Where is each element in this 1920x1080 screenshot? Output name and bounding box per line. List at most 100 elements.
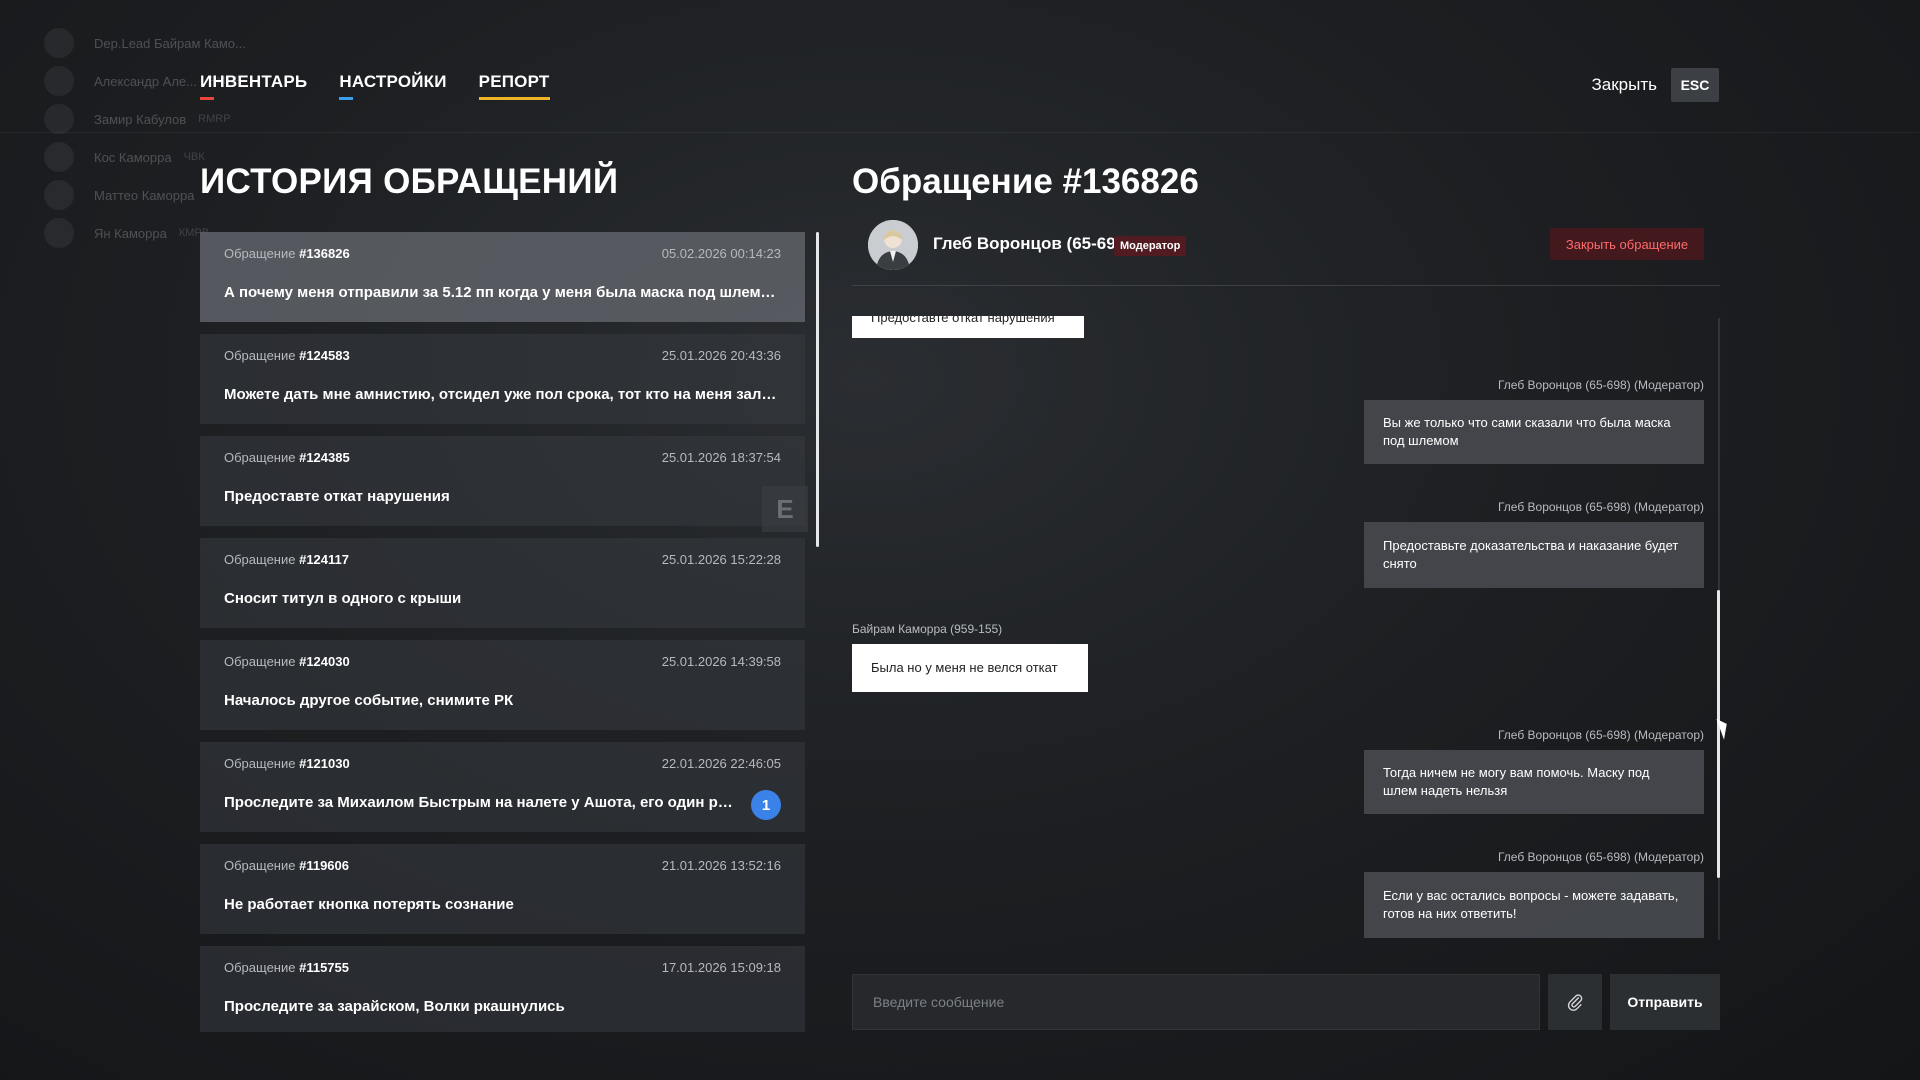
top-navigation: ИНВЕНТАРЬ НАСТРОЙКИ РЕПОРТ xyxy=(200,72,550,100)
player-avatar xyxy=(44,142,74,172)
chat-message: Глеб Воронцов (65-698) (Модератор) Тогда… xyxy=(1364,728,1704,814)
nav-tab[interactable]: РЕПОРТ xyxy=(478,72,550,100)
ticket-id: #119606 xyxy=(299,858,349,873)
ticket-list-scrollbar[interactable] xyxy=(816,232,819,547)
ticket-list-item[interactable]: Обращение #115755 17.01.2026 15:09:18 Пр… xyxy=(200,946,805,1032)
message-sender: Байрам Каморра (959-155) xyxy=(852,622,1003,636)
ticket-id: #124583 xyxy=(299,348,350,363)
player-name: Ян Каморра xyxy=(94,225,167,241)
paperclip-icon xyxy=(1567,994,1583,1011)
ticket-label: Обращение #136826 xyxy=(224,246,350,261)
esc-key-button[interactable]: ESC xyxy=(1671,68,1719,102)
ticket-list-item[interactable]: Обращение #121030 22.01.2026 22:46:05 Пр… xyxy=(200,742,805,832)
chat-messages[interactable]: Предоставте откат нарушения Глеб Воронцов… xyxy=(852,316,1720,942)
message-sender: Глеб Воронцов (65-698) (Модератор) xyxy=(1497,850,1704,864)
close-ticket-button[interactable]: Закрыть обращение xyxy=(1550,228,1704,260)
message-sender: Глеб Воронцов (65-698) (Модератор) xyxy=(1497,728,1704,742)
chat-scrollbar-thumb[interactable] xyxy=(1717,590,1720,878)
ticket-list-item[interactable]: Обращение #124583 25.01.2026 20:43:36 Мо… xyxy=(200,334,805,424)
nav-tab[interactable]: ИНВЕНТАРЬ xyxy=(200,72,307,100)
ticket-title: Обращение #136826 xyxy=(852,162,1199,201)
player-avatar xyxy=(44,66,74,96)
ticket-id: #115755 xyxy=(299,960,349,975)
nav-tab-indicator xyxy=(200,97,214,100)
ticket-date: 25.01.2026 15:22:28 xyxy=(661,552,781,567)
message-input[interactable] xyxy=(852,974,1540,1030)
chat-message: Глеб Воронцов (65-698) (Модератор) Вы же… xyxy=(1364,378,1704,464)
ticket-id: #121030 xyxy=(299,756,350,771)
person-icon xyxy=(868,220,918,270)
message-bubble: Предоставьте доказательства и наказание … xyxy=(1364,522,1704,588)
chat-message: Предоставте откат нарушения xyxy=(852,316,1084,338)
message-bubble: Была но у меня не велся откат xyxy=(852,644,1088,692)
unread-count-badge: 1 xyxy=(751,790,781,820)
ticket-label: Обращение #124583 xyxy=(224,348,350,363)
ticket-label: Обращение #124117 xyxy=(224,552,349,567)
moderator-name: Глеб Воронцов (65-698) xyxy=(933,234,1131,253)
message-bubble: Предоставте откат нарушения xyxy=(852,316,1084,338)
player-avatar xyxy=(44,218,74,248)
ticket-subject: Началось другое событие, снимите РК xyxy=(224,692,514,709)
ticket-date: 05.02.2026 00:14:23 xyxy=(661,246,781,261)
ticket-subject: Не работает кнопка потерять сознание xyxy=(224,896,514,913)
ticket-subject: Можете дать мне амнистию, отсидел уже по… xyxy=(224,386,779,403)
ticket-id: #124385 xyxy=(299,450,350,465)
message-sender: Глеб Воронцов (65-698) (Модератор) xyxy=(1497,378,1704,392)
chat-message: Глеб Воронцов (65-698) (Модератор) Предо… xyxy=(1364,500,1704,588)
ticket-label: Обращение #119606 xyxy=(224,858,349,873)
ticket-date: 22.01.2026 22:46:05 xyxy=(661,756,781,771)
history-title: ИСТОРИЯ ОБРАЩЕНИЙ xyxy=(200,162,619,201)
message-bubble: Если у вас остались вопросы - можете зад… xyxy=(1364,872,1704,938)
player-tag: RMRP xyxy=(198,113,231,125)
ticket-date: 25.01.2026 20:43:36 xyxy=(661,348,781,363)
moderator-role-badge: Модератор xyxy=(1114,236,1187,256)
ticket-label: Обращение #115755 xyxy=(224,960,349,975)
message-sender: Глеб Воронцов (65-698) (Модератор) xyxy=(1497,500,1704,514)
background-player-list: Dep.Lead Байрам Камо... Александр Але...… xyxy=(44,24,258,252)
ticket-list-item[interactable]: Обращение #136826 05.02.2026 00:14:23 А … xyxy=(200,232,805,322)
player-name: Замир Кабулов xyxy=(94,111,187,127)
attach-button[interactable] xyxy=(1548,974,1602,1030)
moderator-avatar xyxy=(868,220,918,270)
player-avatar xyxy=(44,180,74,210)
ticket-id: #136826 xyxy=(299,246,350,261)
ticket-label: Обращение #124385 xyxy=(224,450,350,465)
ticket-subject: А почему меня отправили за 5.12 пп когда… xyxy=(224,284,779,301)
ticket-list[interactable]: Обращение #136826 05.02.2026 00:14:23 А … xyxy=(200,232,805,1032)
message-bubble: Вы же только что сами сказали что была м… xyxy=(1364,400,1704,464)
ticket-list-item[interactable]: Обращение #124117 25.01.2026 15:22:28 Сн… xyxy=(200,538,805,628)
send-button[interactable]: Отправить xyxy=(1610,974,1720,1030)
player-name: Маттео Каморра xyxy=(94,187,195,203)
message-bubble: Тогда ничем не могу вам помочь. Маску по… xyxy=(1364,750,1704,814)
ticket-list-item[interactable]: Обращение #119606 21.01.2026 13:52:16 Не… xyxy=(200,844,805,934)
player-avatar xyxy=(44,104,74,134)
player-avatar xyxy=(44,28,74,58)
ticket-subject: Сносит титул в одного с крыши xyxy=(224,590,462,607)
ticket-date: 21.01.2026 13:52:16 xyxy=(661,858,781,873)
ticket-label: Обращение #124030 xyxy=(224,654,350,669)
ticket-id: #124030 xyxy=(299,654,350,669)
chat-message: Байрам Каморра (959-155) Была но у меня … xyxy=(852,622,1088,692)
nav-tab-indicator xyxy=(478,97,550,100)
nav-tab-label: ИНВЕНТАРЬ xyxy=(200,72,308,91)
ticket-list-item[interactable]: Обращение #124385 25.01.2026 18:37:54 Пр… xyxy=(200,436,805,526)
nav-tab-label: НАСТРОЙКИ xyxy=(339,72,447,91)
top-divider xyxy=(0,132,1920,133)
nav-tab-indicator xyxy=(339,97,354,100)
ticket-label: Обращение #121030 xyxy=(224,756,350,771)
chat-message: Глеб Воронцов (65-698) (Модератор) Если … xyxy=(1364,850,1704,938)
ticket-subject: Проследите за Михаилом Быстрым на налете… xyxy=(224,794,739,811)
ticket-subject: Проследите за зарайском, Волки ркашнулис… xyxy=(224,998,565,1015)
nav-tab[interactable]: НАСТРОЙКИ xyxy=(339,72,446,100)
ticket-id: #124117 xyxy=(299,552,349,567)
nav-tab-label: РЕПОРТ xyxy=(478,72,550,91)
ticket-date: 25.01.2026 18:37:54 xyxy=(661,450,781,465)
player-name: Александр Але... xyxy=(94,73,197,89)
close-menu-area: Закрыть ESC xyxy=(1592,68,1719,102)
interact-key-hint: E xyxy=(762,486,808,532)
close-menu-label[interactable]: Закрыть xyxy=(1592,75,1657,95)
ticket-date: 25.01.2026 14:39:58 xyxy=(661,654,781,669)
player-name: Кос Каморра xyxy=(94,149,172,165)
ticket-list-item[interactable]: Обращение #124030 25.01.2026 14:39:58 На… xyxy=(200,640,805,730)
ticket-date: 17.01.2026 15:09:18 xyxy=(661,960,781,975)
